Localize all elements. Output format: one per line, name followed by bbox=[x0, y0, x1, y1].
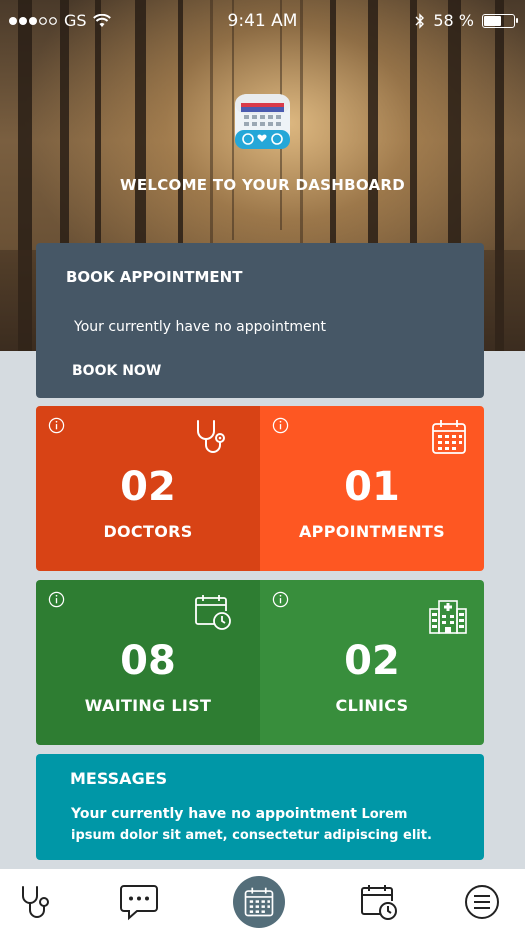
waiting-list-count: 08 bbox=[120, 638, 176, 684]
hospital-building-icon bbox=[429, 600, 467, 634]
messages-body-lead: Your currently have no appointment bbox=[71, 806, 357, 822]
book-now-button[interactable]: BOOK NOW bbox=[72, 363, 161, 379]
appointments-count: 01 bbox=[344, 464, 400, 510]
appointments-label: APPOINTMENTS bbox=[299, 522, 445, 541]
welcome-heading: WELCOME TO YOUR DASHBOARD bbox=[119, 176, 406, 194]
tab-doctors[interactable] bbox=[16, 881, 58, 923]
info-icon[interactable] bbox=[48, 417, 65, 434]
info-icon[interactable] bbox=[48, 591, 65, 608]
waiting-list-tile[interactable]: 08 WAITING LIST bbox=[36, 580, 260, 745]
messages-body: Your currently have no appointment Lorem… bbox=[71, 804, 451, 846]
tab-dashboard[interactable] bbox=[233, 876, 285, 928]
battery-percentage: 58 % bbox=[433, 11, 474, 30]
calendar-grid-icon bbox=[244, 887, 274, 917]
tab-messages[interactable] bbox=[118, 881, 160, 923]
appointment-status-text: Your currently have no appointment bbox=[74, 319, 326, 335]
clinics-tile[interactable]: 02 CLINICS bbox=[260, 580, 484, 745]
doctors-tile[interactable]: 02 DOCTORS bbox=[36, 406, 260, 571]
chat-icon bbox=[120, 885, 158, 921]
appointments-tile[interactable]: 01 APPOINTMENTS bbox=[260, 406, 484, 571]
battery-icon bbox=[482, 13, 518, 28]
info-icon[interactable] bbox=[272, 417, 289, 434]
clinics-label: CLINICS bbox=[335, 696, 409, 715]
messages-title: MESSAGES bbox=[70, 769, 168, 788]
doctors-count: 02 bbox=[120, 464, 176, 510]
bottom-tab-bar bbox=[0, 869, 525, 934]
calendar-grid-icon bbox=[432, 420, 466, 454]
menu-icon bbox=[465, 885, 499, 919]
stethoscope-icon bbox=[197, 420, 225, 453]
calendar-clock-icon bbox=[361, 885, 397, 920]
clinics-count: 02 bbox=[344, 638, 400, 684]
messages-card[interactable]: MESSAGES Your currently have no appointm… bbox=[36, 754, 484, 860]
bluetooth-icon bbox=[415, 12, 425, 29]
waiting-list-label: WAITING LIST bbox=[84, 696, 212, 715]
book-appointment-card: BOOK APPOINTMENT Your currently have no … bbox=[36, 243, 484, 398]
info-icon[interactable] bbox=[272, 591, 289, 608]
tab-menu[interactable] bbox=[461, 881, 503, 923]
stethoscope-icon bbox=[22, 886, 49, 918]
calendar-medical-app-icon bbox=[235, 94, 290, 149]
book-appointment-title: BOOK APPOINTMENT bbox=[66, 268, 243, 286]
status-bar: GS 9:41 AM 58 % bbox=[0, 0, 525, 40]
tab-schedule[interactable] bbox=[358, 881, 400, 923]
doctors-label: DOCTORS bbox=[103, 522, 193, 541]
calendar-clock-icon bbox=[195, 595, 231, 630]
